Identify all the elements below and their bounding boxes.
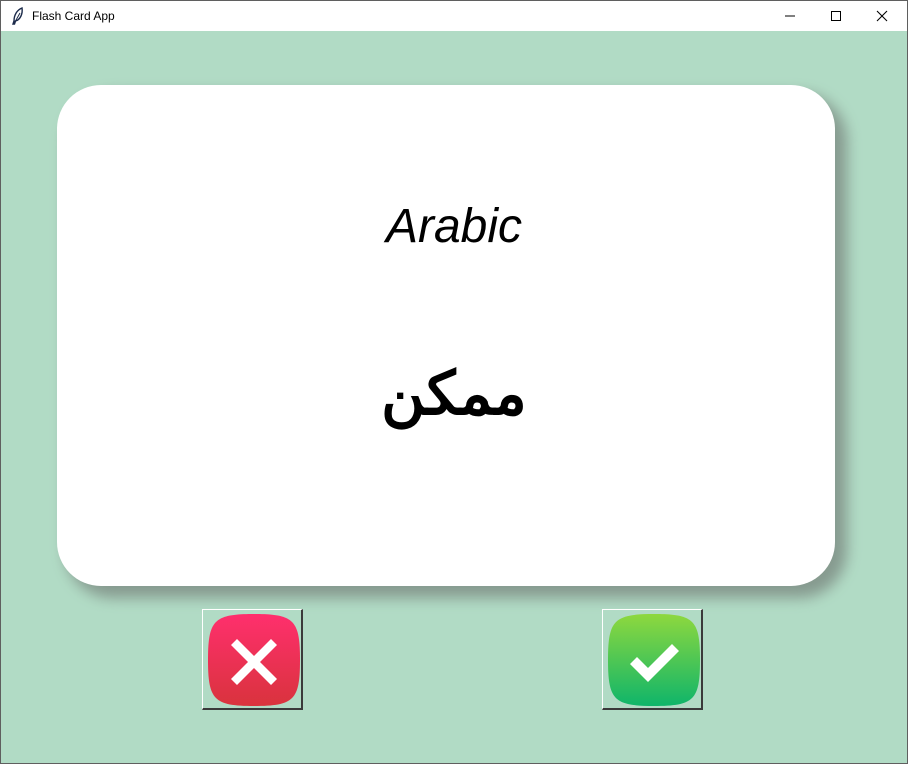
x-mark-icon [208, 614, 300, 706]
close-button[interactable] [859, 1, 905, 31]
canvas-area: Arabic ممكن [1, 31, 907, 763]
title-bar: Flash Card App [1, 1, 907, 31]
card-word: ممكن [381, 359, 527, 429]
minimize-button[interactable] [767, 1, 813, 31]
minimize-icon [785, 15, 795, 17]
flash-card [57, 85, 835, 586]
wrong-button[interactable] [202, 609, 303, 710]
feather-icon [12, 7, 23, 25]
checkmark-icon [608, 614, 700, 706]
app-window: Flash Card App Arabic ممكن [0, 0, 908, 764]
maximize-button[interactable] [813, 1, 859, 31]
maximize-icon [831, 11, 841, 21]
window-title: Flash Card App [32, 9, 115, 23]
right-button[interactable] [602, 609, 703, 710]
close-icon [876, 10, 888, 22]
card-language-label: Arabic [385, 200, 523, 253]
